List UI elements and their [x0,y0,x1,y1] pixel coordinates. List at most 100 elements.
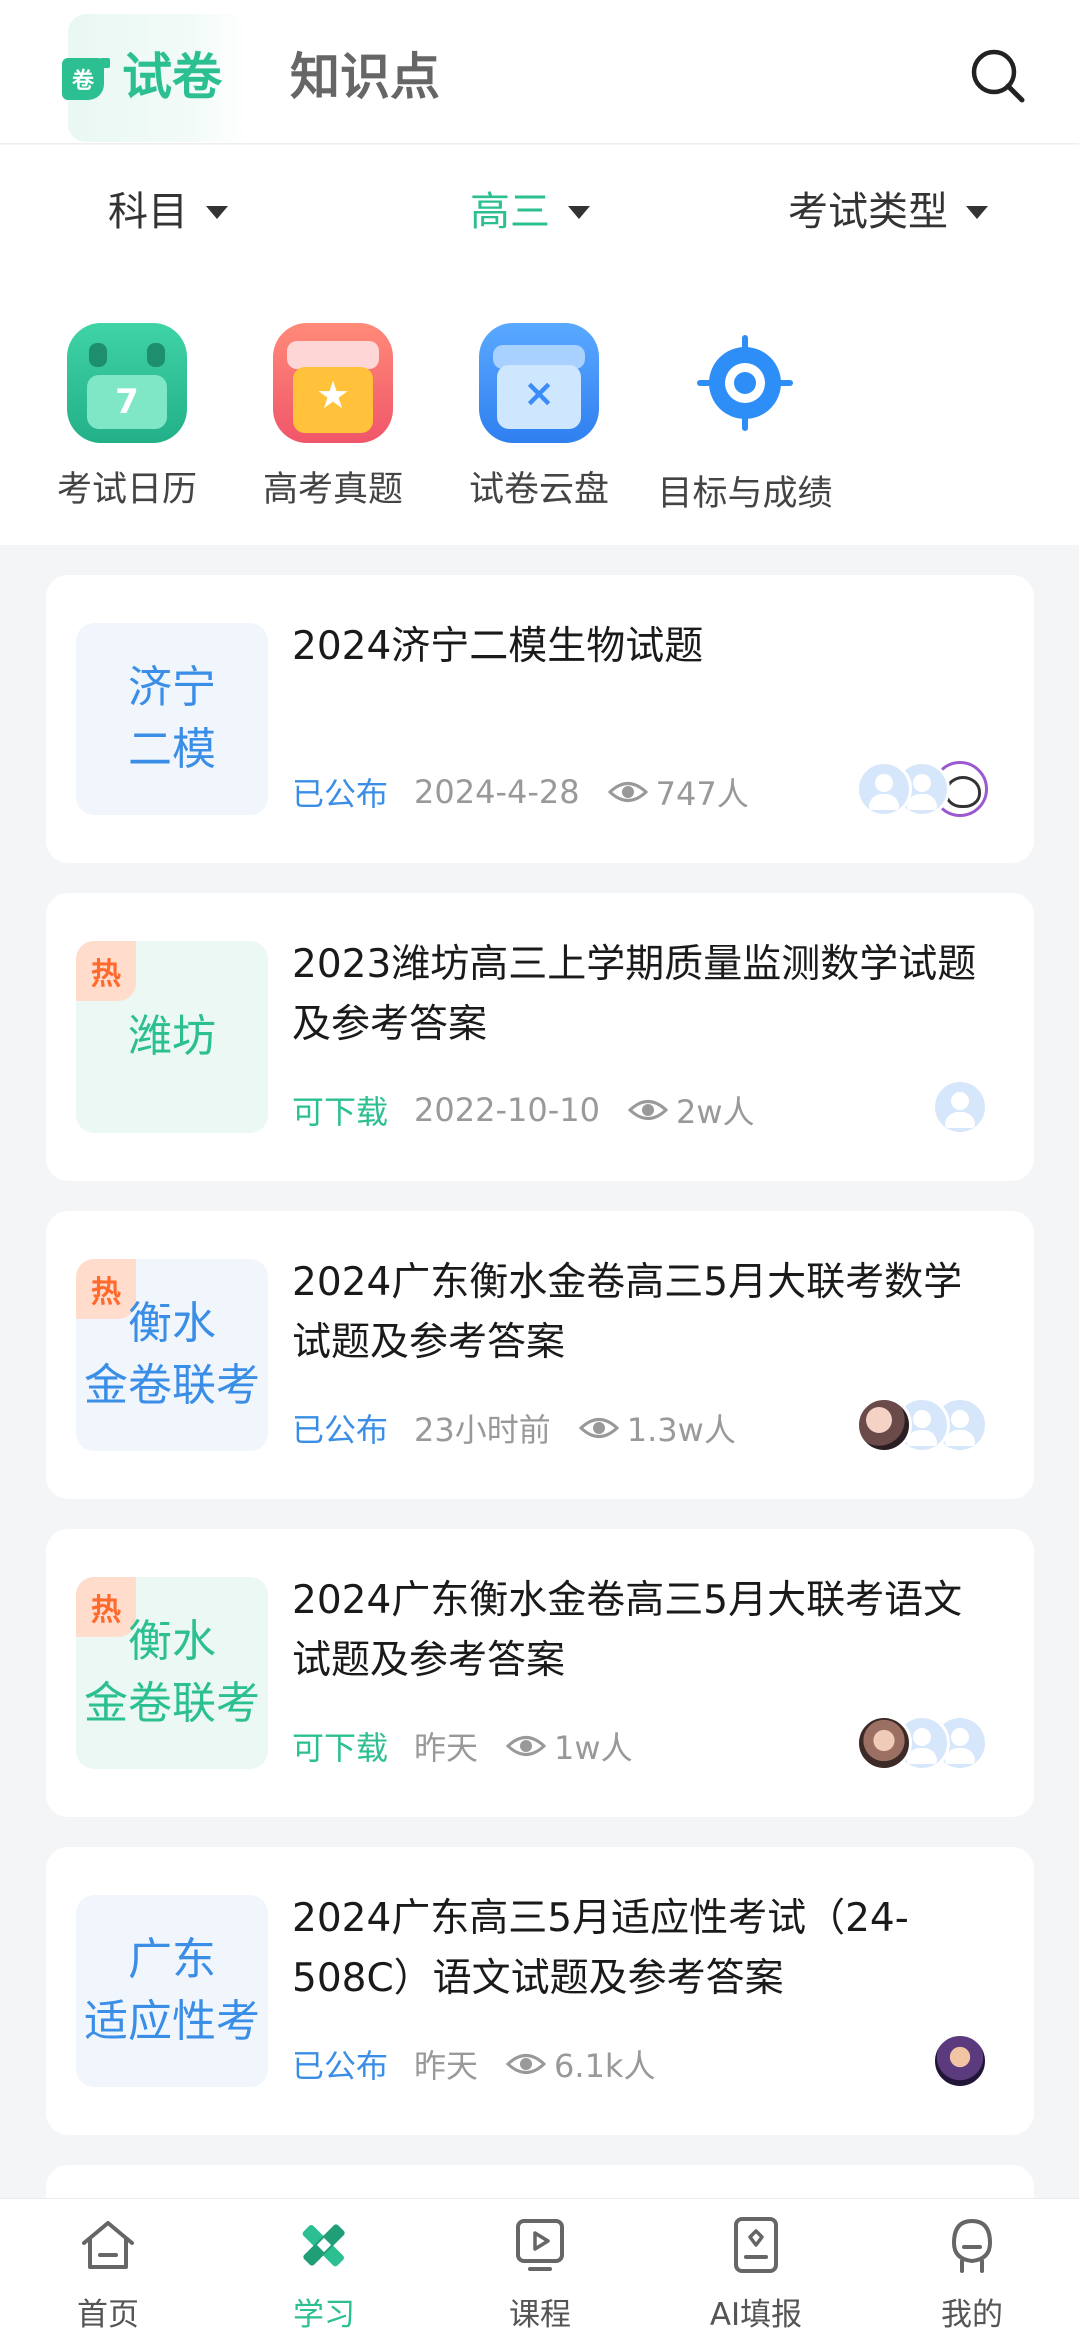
thumb-line: 二模 [128,724,216,775]
paper-thumbnail: 热 衡水 金卷联考 [76,1259,268,1451]
cloud-box-icon: × [479,323,599,443]
paper-date: 昨天 [414,2047,479,2085]
paper-date: 昨天 [414,1729,479,1767]
paper-date: 2022-10-10 [414,1091,600,1129]
status-badge: 已公布 [292,1411,389,1449]
viewer-avatars [932,1079,988,1135]
view-count: 2w人 [675,1093,755,1131]
status-badge: 已公布 [292,775,389,813]
avatar [856,1715,912,1771]
quick-entries: 7 考试日历 ★ 高考真题 × 试卷云盘 目标与成绩 [0,275,1079,545]
nav-ai-fill[interactable]: AI填报 [656,2213,856,2334]
nav-study[interactable]: 学习 [224,2213,424,2334]
badge-corner-dot [100,58,110,68]
chevron-down-icon [966,205,988,219]
filter-subject-label: 科目 [108,189,188,235]
viewer-avatars [856,1715,988,1771]
search-icon[interactable] [968,46,1028,106]
status-badge: 已公布 [292,2047,389,2085]
thumb-line: 金卷联考 [84,1678,260,1729]
filter-grade[interactable]: 高三 [470,187,590,237]
hot-badge: 热 [76,941,136,1001]
paper-card[interactable]: 热 潍坊 2023潍坊高三上学期质量监测数学试题及参考答案 可下载 2022-1… [46,893,1034,1181]
nav-study-label: 学习 [293,2297,355,2333]
view-count: 747人 [655,775,749,813]
calendar-day-badge: 7 [87,375,167,429]
quick-paper-cloud-label: 试卷云盘 [468,470,609,510]
target-icon [697,335,793,431]
thumb-line: 潍坊 [128,1011,216,1062]
filter-bar: 科目 高三 考试类型 [0,145,1079,275]
nav-ai-fill-label: AI填报 [709,2297,803,2333]
nav-home[interactable]: 首页 [8,2213,208,2334]
paper-thumbnail: 广东 适应性考 [76,1895,268,2087]
tab-knowledge-points[interactable]: 知识点 [290,52,440,102]
filter-grade-label: 高三 [470,189,550,235]
eye-icon [506,1736,547,1756]
viewer-avatars [932,2033,988,2089]
paper-meta: 已公布 2024-4-28 747人 [292,769,749,815]
viewer-avatars [856,761,988,817]
filter-exam-type-label: 考试类型 [788,189,948,235]
thumb-line: 衡水 [128,1298,216,1349]
quick-paper-cloud[interactable]: × 试卷云盘 [439,323,639,512]
paper-title: 2023潍坊高三上学期质量监测数学试题及参考答案 [292,942,977,1047]
paper-title: 2024广东衡水金卷高三5月大联考语文试题及参考答案 [292,1578,963,1683]
thumb-line: 广东 [128,1934,216,1985]
nav-profile-label: 我的 [941,2297,1003,2333]
paper-title: 2024广东高三5月适应性考试（24-508C）语文试题及参考答案 [292,1896,909,2001]
nav-courses-label: 课程 [509,2297,571,2333]
filter-exam-type[interactable]: 考试类型 [788,187,988,237]
thumb-line: 金卷联考 [84,1360,260,1411]
chevron-down-icon [206,205,228,219]
paper-meta: 可下载 昨天 1w人 [292,1723,633,1769]
pencil-ruler-icon [302,2224,345,2267]
paper-card[interactable]: 济宁 二模 2024济宁二模生物试题 已公布 2024-4-28 747人 [46,575,1034,863]
thumb-line: 济宁 [128,662,216,713]
quick-exam-calendar[interactable]: 7 考试日历 [27,323,227,512]
bottom-nav: 首页 学习 课程 AI填报 我的 [0,2198,1079,2340]
viewer-avatars [856,1397,988,1453]
eye-icon [627,1100,668,1120]
paper-thumbnail: 热 潍坊 [76,941,268,1133]
view-count: 1.3w人 [626,1411,736,1449]
eye-icon [578,1418,619,1438]
nav-home-label: 首页 [77,2297,139,2333]
nav-courses[interactable]: 课程 [440,2213,640,2334]
avatar [932,2033,988,2089]
paper-meta: 已公布 23小时前 1.3w人 [292,1405,736,1451]
quick-goals-scores[interactable]: 目标与成绩 [645,323,845,516]
paper-date: 2024-4-28 [414,773,580,811]
paper-card[interactable]: 热 衡水 金卷联考 2024广东衡水金卷高三5月大联考语文试题及参考答案 可下载… [46,1529,1034,1817]
thumb-line: 衡水 [128,1616,216,1667]
eye-icon [506,2054,547,2074]
filter-subject[interactable]: 科目 [108,187,228,237]
quick-gaokao-papers[interactable]: ★ 高考真题 [233,323,433,512]
view-count: 1w人 [554,1729,633,1767]
paper-card[interactable]: 热 衡水 金卷联考 2024广东衡水金卷高三5月大联考数学试题及参考答案 已公布… [46,1211,1034,1499]
paper-meta: 可下载 2022-10-10 2w人 [292,1087,755,1133]
thumb-line: 适应性考 [84,1996,260,2047]
avatar [856,1397,912,1453]
profile-icon [951,2218,993,2273]
avatar [856,761,912,817]
status-badge: 可下载 [292,1729,389,1767]
home-icon [82,2221,134,2269]
quick-goals-scores-label: 目标与成绩 [657,474,833,514]
paper-thumbnail: 热 衡水 金卷联考 [76,1577,268,1769]
status-badge: 可下载 [292,1093,389,1131]
paper-title: 2024广东衡水金卷高三5月大联考数学试题及参考答案 [292,1260,963,1365]
quick-exam-calendar-label: 考试日历 [56,470,197,510]
nav-profile[interactable]: 我的 [872,2213,1072,2334]
view-count: 6.1k人 [554,2047,656,2085]
papers-tab-badge: 卷 [62,58,104,100]
avatar [932,1079,988,1135]
ai-form-icon [734,2217,778,2273]
star-folder-icon: ★ [273,323,393,443]
paper-card[interactable]: 广东 适应性考 2024广东高三5月适应性考试（24-508C）语文试题及参考答… [46,1847,1034,2135]
calendar-icon: 7 [67,323,187,443]
eye-icon [607,782,648,802]
paper-thumbnail: 济宁 二模 [76,623,268,815]
tab-papers[interactable]: 试卷 [122,52,222,102]
chevron-down-icon [568,205,590,219]
